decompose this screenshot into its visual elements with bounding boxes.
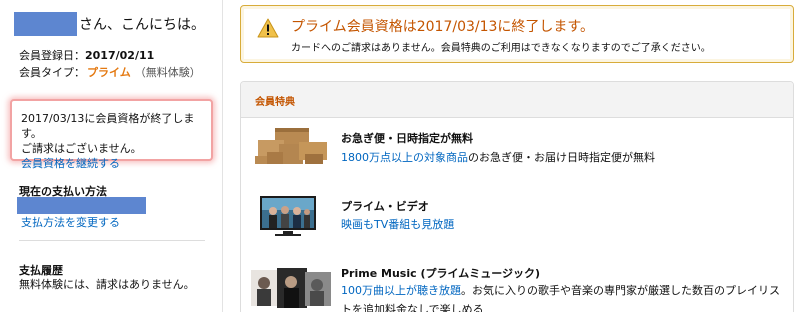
registration-date: 会員登録日：2017/02/11 [19, 49, 155, 62]
redacted-payment-method [17, 197, 146, 214]
alert-text: カードへのご請求はありません。会員特典のご利用はできなくなりますのでご了承くださ… [291, 43, 711, 54]
registration-date-value: 2017/02/11 [85, 49, 155, 62]
warning-icon [257, 18, 279, 38]
greeting-row: さん、こんにちは。 [14, 12, 205, 36]
membership-alert: プライム会員資格は2017/03/13に終了します。 カードへのご請求はありませ… [240, 5, 794, 63]
benefit-music-title: Prime Music (プライムミュージック) [341, 267, 541, 280]
notice-line-2: ご請求はございません。 [21, 142, 142, 155]
change-payment-link[interactable]: 支払方法を変更する [21, 214, 120, 230]
prime-video-tv-image [260, 196, 316, 236]
membership-end-notice: 2017/03/13に会員資格が終了します。 ご請求はございません。 会員資格を… [10, 99, 213, 170]
benefit-video-title: プライム・ビデオ [341, 200, 429, 213]
benefit-video-link[interactable]: 映画もTV番組も見放題 [341, 218, 454, 231]
shipping-boxes-image [255, 128, 327, 164]
column-divider [222, 0, 223, 312]
alert-title: プライム会員資格は2017/03/13に終了します。 [291, 19, 595, 35]
membership-type: 会員タイプ： プライム （無料体験） [19, 66, 201, 79]
notice-line-1: 2017/03/13に会員資格が終了します。 [21, 112, 195, 140]
membership-type-value: プライム [87, 66, 131, 79]
payment-history-text: 無料体験には、請求はありません。 [19, 278, 195, 291]
trial-label: （無料体験） [134, 66, 201, 79]
benefit-shipping-title: お急ぎ便・日時指定が無料 [341, 132, 473, 145]
divider [19, 240, 205, 241]
greeting-text: さん、こんにちは。 [79, 17, 205, 33]
benefit-shipping-link[interactable]: 1800万点以上の対象商品 [341, 151, 468, 164]
account-sidebar: さん、こんにちは。 会員登録日：2017/02/11 会員タイプ： プライム （無料… [0, 0, 222, 312]
member-benefits-panel: 会員特典 お急ぎ便・日時指定が無料 1800万点以上の対象商品のお急ぎ便・お届け… [240, 81, 794, 312]
continue-membership-link[interactable]: 会員資格を継続する [21, 156, 211, 171]
benefit-music-link[interactable]: 100万曲以上が聴き放題 [341, 284, 461, 297]
benefits-header: 会員特典 [241, 82, 793, 118]
benefit-music-desc: 100万曲以上が聴き放題。お気に入りの歌手や音楽の専門家が厳選した数百のプレイリ… [341, 284, 780, 312]
benefit-shipping-desc: 1800万点以上の対象商品のお急ぎ便・お届け日時指定便が無料 [341, 151, 655, 164]
redacted-user-name [14, 12, 77, 36]
prime-music-albums-image [251, 268, 331, 308]
benefit-video-desc: 映画もTV番組も見放題 [341, 215, 781, 234]
